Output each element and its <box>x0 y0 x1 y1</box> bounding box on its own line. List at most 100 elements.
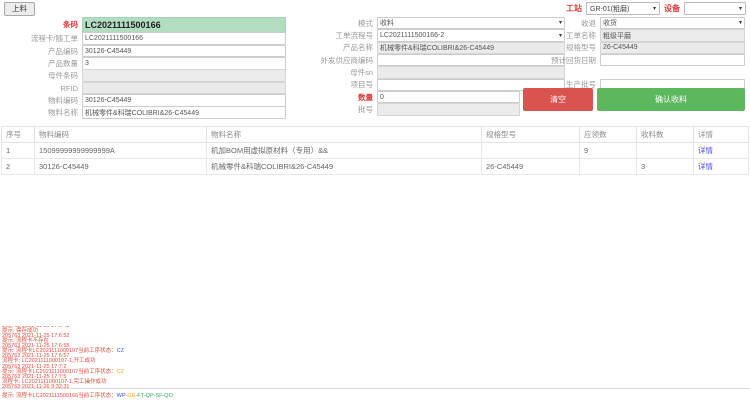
supplier-code-label: 外发供应商编码 <box>288 55 377 66</box>
field-product-name: 产品名称 <box>288 42 565 54</box>
workorder-flow-select[interactable]: LC2021111500166-2 ▾ <box>377 29 565 42</box>
upload-material-button[interactable]: 上料 <box>4 2 35 16</box>
field-expected-return-date: 预计回货日期 <box>538 54 745 66</box>
route-step-current: GR <box>127 393 135 399</box>
supplier-code-input[interactable] <box>377 54 565 67</box>
expected-return-date-label: 预计回货日期 <box>538 55 600 66</box>
expected-return-date-input[interactable] <box>600 54 745 67</box>
status-code: CZ <box>117 369 124 375</box>
parent-sn-input <box>377 66 565 79</box>
parent-barcode-label: 母件条码 <box>2 70 82 81</box>
field-mode: 模式 收料 ▾ <box>288 17 565 29</box>
station-select[interactable]: GR-01(粗磨) ▾ <box>586 2 660 15</box>
device-select[interactable]: ▾ <box>684 2 746 15</box>
material-name-input[interactable] <box>82 106 286 119</box>
rfid-input <box>82 82 286 95</box>
device-label: 设备 <box>664 3 680 14</box>
field-rfid: RFID <box>2 82 286 94</box>
field-workorder-flow: 工单流程号 LC2021111500166-2 ▾ <box>288 29 565 41</box>
product-qty-label: 产品数量 <box>2 58 82 69</box>
col-detail: 详情 <box>694 127 749 143</box>
material-table: 序号 物料编码 物料名称 规格型号 应领数 收料数 详情 1 150999999… <box>1 126 749 175</box>
field-workorder-name: 工单名称 <box>538 29 745 41</box>
workorder-name-input <box>600 29 745 42</box>
workorder-name-label: 工单名称 <box>538 30 600 41</box>
table-header-row: 序号 物料编码 物料名称 规格型号 应领数 收料数 详情 <box>2 127 749 143</box>
field-parent-sn: 母件sn <box>288 66 565 78</box>
table-row: 1 15099999999999999A 机加BOM用虚拟原材料（专用）&& 9… <box>2 143 749 159</box>
receive-return-select[interactable]: 收货 ▾ <box>600 17 745 30</box>
field-barcode: 条码 <box>2 17 286 33</box>
chevron-down-icon: ▾ <box>739 20 742 26</box>
status-code: CZ <box>117 348 124 354</box>
flow-card-label: 流程卡/随工单 <box>2 33 82 44</box>
chevron-down-icon: ▾ <box>653 6 656 12</box>
product-name-label: 产品名称 <box>288 42 377 53</box>
station-select-value: GR-01(粗磨) <box>590 4 629 14</box>
cell-received-qty: 3 <box>637 159 694 175</box>
receive-return-value: 收货 <box>603 18 617 28</box>
barcode-input[interactable] <box>82 17 286 33</box>
form-column-left: 条码 流程卡/随工单 产品编码 产品数量 母件条码 RFID 物料编码 物料名称 <box>2 17 286 119</box>
product-qty-input[interactable] <box>82 57 286 70</box>
mode-select[interactable]: 收料 ▾ <box>377 17 565 30</box>
station-label: 工站 <box>566 3 582 14</box>
workorder-flow-label: 工单流程号 <box>288 30 377 41</box>
detail-link[interactable]: 详情 <box>698 146 713 155</box>
spec-model-input <box>600 42 745 55</box>
flow-card-input[interactable] <box>82 32 286 45</box>
col-seq: 序号 <box>2 127 35 143</box>
barcode-label: 条码 <box>2 19 82 30</box>
station-device-controls: 工站 GR-01(粗磨) ▾ 设备 ▾ <box>566 2 746 15</box>
clear-button[interactable]: 清空 <box>523 88 593 111</box>
spec-model-label: 规格型号 <box>538 42 600 53</box>
quantity-label: 数量 <box>288 92 377 103</box>
field-material-name: 物料名称 <box>2 107 286 119</box>
quantity-input[interactable] <box>377 91 520 104</box>
col-material-code: 物料编码 <box>35 127 207 143</box>
field-material-code: 物料编码 <box>2 94 286 106</box>
project-no-label: 项目号 <box>288 79 377 90</box>
product-code-input[interactable] <box>82 45 286 58</box>
top-bar: 上料 工站 GR-01(粗磨) ▾ 设备 ▾ <box>0 0 750 16</box>
cell-material-name: 机加BOM用虚拟原材料（专用）&& <box>207 143 482 159</box>
receive-return-label: 收退 <box>538 18 600 29</box>
col-received-qty: 收料数 <box>637 127 694 143</box>
cell-spec: 26-C45449 <box>482 159 580 175</box>
workorder-flow-value: LC2021111500166-2 <box>380 32 444 39</box>
table-row: 2 30126-C45449 机械零件&科瑞COLIBRI&26-C45449 … <box>2 159 749 175</box>
cell-received-qty <box>637 143 694 159</box>
batch-no-label: 批号 <box>288 104 377 115</box>
parent-barcode-input <box>82 69 286 82</box>
operation-log: 205763 2021-11-25 17:6:48 提示: 保存成功 20576… <box>2 326 748 390</box>
field-spec-model: 规格型号 <box>538 42 745 54</box>
field-receive-return: 收退 收货 ▾ <box>538 17 745 29</box>
route-step: WP- <box>117 393 128 399</box>
material-code-input[interactable] <box>82 94 286 107</box>
col-material-name: 物料名称 <box>207 127 482 143</box>
cell-required-qty: 9 <box>580 143 637 159</box>
product-code-label: 产品编码 <box>2 46 82 57</box>
parent-sn-label: 母件sn <box>288 67 377 78</box>
material-code-label: 物料编码 <box>2 95 82 106</box>
route-steps-remaining: -FT-QP-SF-QO <box>136 393 173 399</box>
col-required-qty: 应领数 <box>580 127 637 143</box>
material-name-label: 物料名称 <box>2 107 82 118</box>
cell-required-qty <box>580 159 637 175</box>
col-spec: 规格型号 <box>482 127 580 143</box>
field-product-code: 产品编码 <box>2 45 286 57</box>
field-product-qty: 产品数量 <box>2 57 286 69</box>
detail-link[interactable]: 详情 <box>698 162 713 171</box>
form-column-right: 收退 收货 ▾ 工单名称 规格型号 预计回货日期 生产批号 <box>538 17 745 91</box>
status-bar: 提示: 流程卡LC2021111500166当前工序状态：WP-GR-FT-QP… <box>0 388 750 400</box>
status-text: 提示: 流程卡LC2021111500166当前工序状态： <box>2 393 117 399</box>
field-flow-card: 流程卡/随工单 <box>2 33 286 45</box>
cell-material-code: 15099999999999999A <box>35 143 207 159</box>
confirm-receive-button[interactable]: 确认收料 <box>597 88 745 111</box>
cell-spec <box>482 143 580 159</box>
field-supplier-code: 外发供应商编码 <box>288 54 565 66</box>
mode-label: 模式 <box>288 18 377 29</box>
cell-seq: 2 <box>2 159 35 175</box>
spacer-row <box>538 66 745 78</box>
product-name-input <box>377 42 565 55</box>
